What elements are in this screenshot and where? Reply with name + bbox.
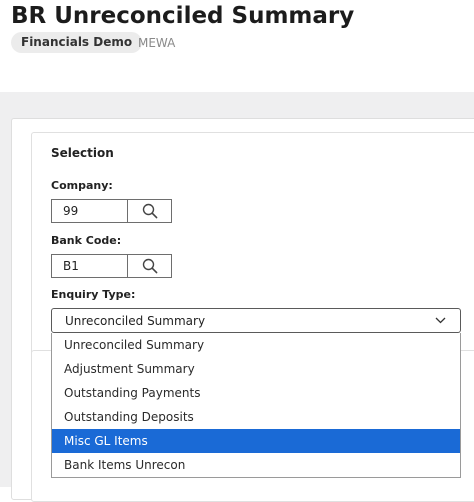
company-badge[interactable]: Financials Demo — [11, 32, 143, 53]
selection-section-title: Selection — [51, 146, 114, 160]
enquiry-type-selected-value: Unreconciled Summary — [65, 314, 206, 328]
option-unreconciled-summary[interactable]: Unreconciled Summary — [52, 333, 460, 357]
enquiry-type-label: Enquiry Type: — [51, 288, 136, 301]
page-title: BR Unreconciled Summary — [11, 3, 355, 29]
bank-code-label: Bank Code: — [51, 234, 122, 247]
option-misc-gl-items[interactable]: Misc GL Items — [52, 429, 460, 453]
company-label: Company: — [51, 179, 113, 192]
bank-code-input[interactable] — [51, 254, 128, 278]
search-icon — [142, 203, 157, 219]
option-bank-items-unrecon[interactable]: Bank Items Unrecon — [52, 453, 460, 477]
search-icon — [142, 258, 157, 274]
enquiry-type-options: Unreconciled Summary Adjustment Summary … — [51, 333, 461, 478]
option-outstanding-deposits[interactable]: Outstanding Deposits — [52, 405, 460, 429]
option-adjustment-summary[interactable]: Adjustment Summary — [52, 357, 460, 381]
chevron-down-icon — [435, 317, 446, 324]
page-header: BR Unreconciled Summary Financials Demo … — [0, 0, 474, 92]
bank-code-lookup-button[interactable] — [127, 254, 172, 278]
enquiry-type-select[interactable]: Unreconciled Summary — [51, 308, 461, 333]
option-outstanding-payments[interactable]: Outstanding Payments — [52, 381, 460, 405]
environment-label: MEWA — [138, 36, 176, 50]
company-lookup-button[interactable] — [127, 199, 172, 223]
company-input[interactable] — [51, 199, 128, 223]
